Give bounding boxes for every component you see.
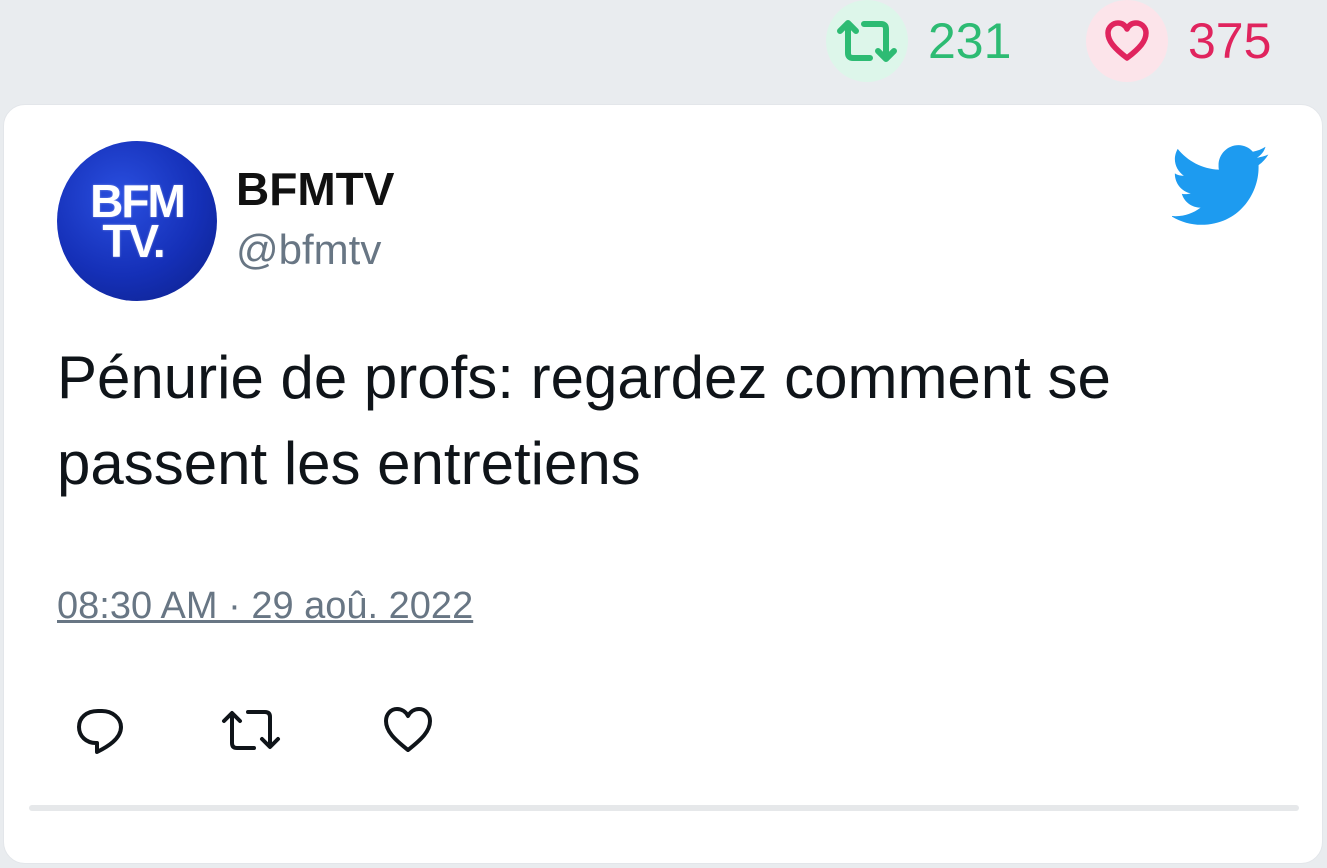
avatar-logo-line-2: TV. <box>102 215 165 267</box>
heart-icon <box>1105 20 1149 61</box>
author-display-name[interactable]: BFMTV <box>236 161 394 217</box>
retweet-icon <box>837 20 897 62</box>
tweet-timestamp[interactable]: 08:30 AM · 29 aoû. 2022 <box>57 583 473 629</box>
author-handle[interactable]: @bfmtv <box>236 225 381 275</box>
twitter-bird-icon[interactable] <box>1172 145 1270 227</box>
tweet-stats-bar: 231 375 <box>0 0 1327 96</box>
tweet-card: BFM TV. BFMTV @bfmtv Pénurie de profs: r… <box>3 104 1323 864</box>
like-stat-icon-wrap[interactable] <box>1086 0 1168 82</box>
like-action-heart-icon[interactable] <box>380 703 436 759</box>
retweet-stat[interactable]: 231 <box>826 0 1011 82</box>
like-stat[interactable]: 375 <box>1086 0 1271 82</box>
like-count: 375 <box>1188 13 1272 69</box>
tweet-text: Pénurie de profs: regardez comment se pa… <box>57 344 1111 497</box>
reply-icon[interactable] <box>74 703 130 759</box>
retweet-stat-icon-wrap[interactable] <box>826 0 908 82</box>
retweet-count: 231 <box>928 13 1012 69</box>
retweet-action-icon[interactable] <box>220 703 284 759</box>
avatar[interactable]: BFM TV. <box>57 141 217 301</box>
card-divider <box>29 805 1299 811</box>
